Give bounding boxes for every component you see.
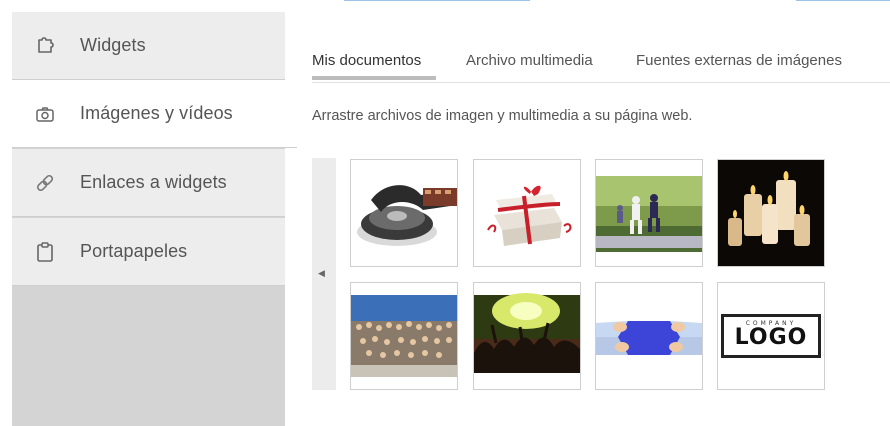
chevron-left-icon: ◀	[318, 268, 325, 278]
sidebar-item-widget-links[interactable]: Enlaces a widgets	[12, 149, 285, 217]
tab-media-archive[interactable]: Archivo multimedia	[466, 52, 593, 69]
thumbnail-gift-box[interactable]	[473, 159, 581, 267]
thumbnail-film-reel[interactable]	[350, 159, 458, 267]
link-icon	[34, 172, 56, 194]
thumbnail-concert-crowd[interactable]	[473, 282, 581, 390]
sidebar-item-label: Enlaces a widgets	[80, 172, 227, 192]
sidebar-item-clipboard[interactable]: Portapapeles	[12, 218, 285, 286]
active-tab-indicator	[312, 76, 436, 80]
puzzle-icon	[34, 35, 56, 57]
thumbnail-company-logo[interactable]: COMPANY LOGO	[717, 282, 825, 390]
tab-external-image-sources[interactable]: Fuentes externas de imágenes	[636, 52, 842, 69]
sidebar-item-label: Portapapeles	[80, 241, 188, 261]
sidebar-item-label: Widgets	[80, 35, 146, 55]
thumbnail-candles[interactable]	[717, 159, 825, 267]
sidebar-item-widgets[interactable]: Widgets	[12, 12, 285, 80]
gallery-scroll-left-button[interactable]: ◀	[312, 158, 336, 390]
top-accent-line-left	[344, 0, 530, 1]
clipboard-icon	[34, 241, 56, 263]
sidebar: Widgets Imágenes y vídeos Enlaces a widg…	[12, 12, 297, 426]
thumbnail-shirt-reveal[interactable]	[595, 282, 703, 390]
company-logo-image: COMPANY LOGO	[721, 314, 821, 358]
logo-big-text: LOGO	[734, 325, 808, 350]
camera-icon	[34, 103, 56, 125]
thumbnail-group-photo[interactable]	[350, 282, 458, 390]
sidebar-item-images-videos[interactable]: Imágenes y vídeos	[12, 80, 297, 148]
drag-hint-text: Arrastre archivos de imagen y multimedia…	[312, 108, 693, 124]
thumbnail-runners[interactable]	[595, 159, 703, 267]
sidebar-item-label: Imágenes y vídeos	[80, 103, 233, 123]
top-accent-line-right	[796, 0, 890, 1]
tab-my-documents[interactable]: Mis documentos	[312, 52, 421, 69]
